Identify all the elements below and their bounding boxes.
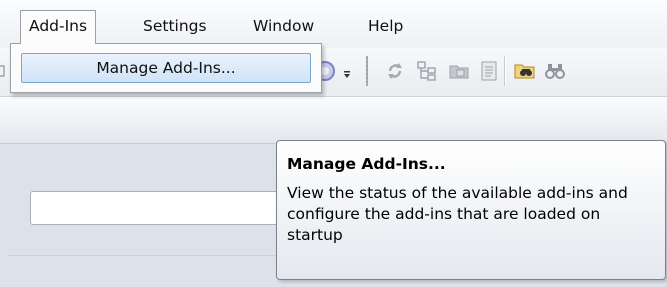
menu-settings[interactable]: Settings — [135, 12, 215, 40]
toolbar-handle-icon — [0, 58, 6, 84]
menu-window[interactable]: Window — [245, 12, 322, 40]
tooltip: Manage Add-Ins... View the status of the… — [276, 140, 666, 280]
refresh-icon[interactable] — [382, 58, 408, 84]
menu-bar: Add-Ins Settings Window Help — [0, 0, 667, 48]
toolbar-grip[interactable] — [366, 56, 368, 86]
pane-header — [0, 97, 667, 144]
menu-help[interactable]: Help — [360, 12, 411, 40]
folder-icon[interactable] — [446, 58, 472, 84]
document-icon[interactable] — [476, 58, 502, 84]
menu-addins[interactable]: Add-Ins — [20, 10, 97, 44]
tooltip-body: View the status of the available add-ins… — [287, 184, 628, 244]
hierarchy-icon[interactable] — [414, 58, 440, 84]
find-folder-icon[interactable] — [512, 58, 538, 84]
divider — [8, 255, 278, 256]
dropdown-arrow-icon[interactable] — [340, 58, 354, 84]
tooltip-title: Manage Add-Ins... — [287, 155, 446, 173]
binoculars-icon[interactable] — [542, 58, 568, 84]
menu-item-manage-addins[interactable]: Manage Add-Ins... — [21, 53, 311, 83]
toolbar-separator — [504, 56, 505, 86]
addins-dropdown-menu: Manage Add-Ins... — [10, 43, 322, 93]
